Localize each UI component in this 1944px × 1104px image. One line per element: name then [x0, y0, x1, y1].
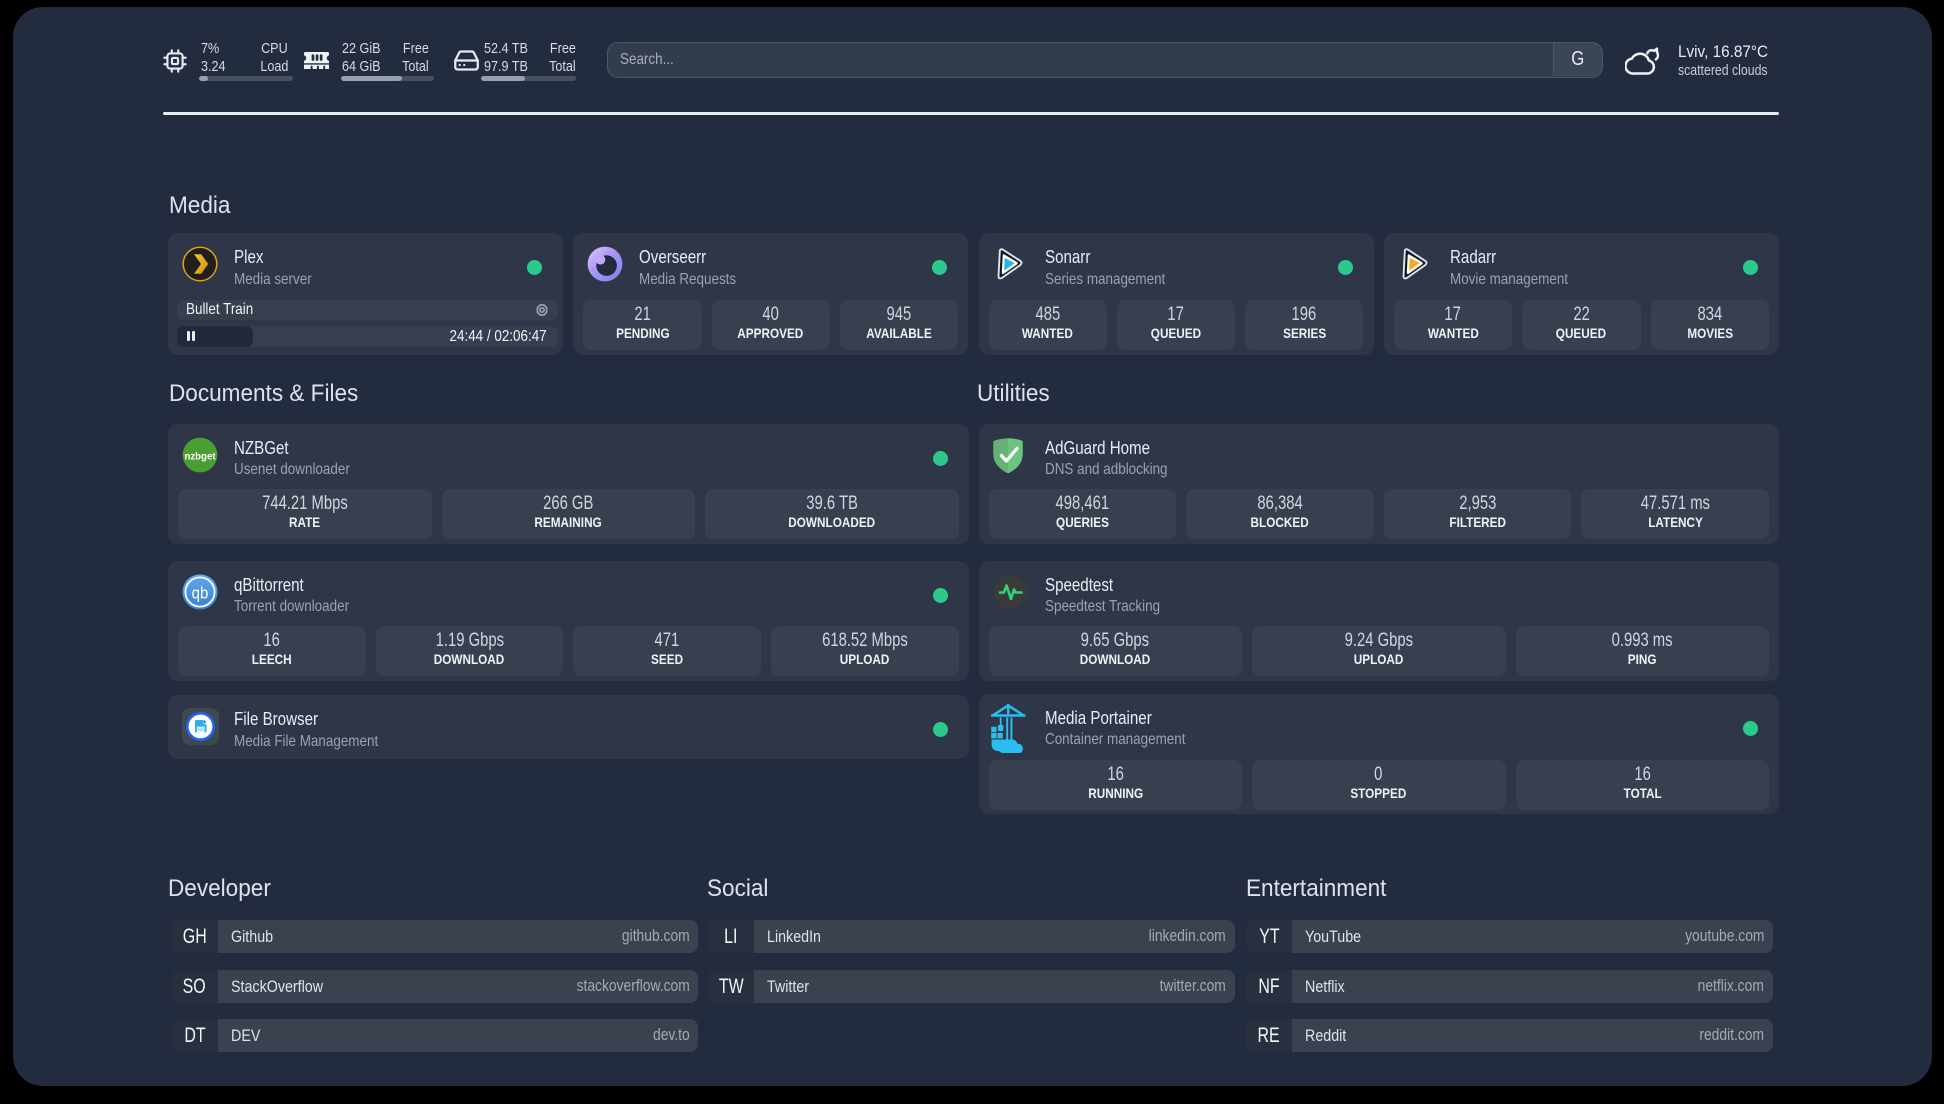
- svg-text:nzbget: nzbget: [184, 451, 216, 462]
- svg-text:qb: qb: [192, 584, 209, 602]
